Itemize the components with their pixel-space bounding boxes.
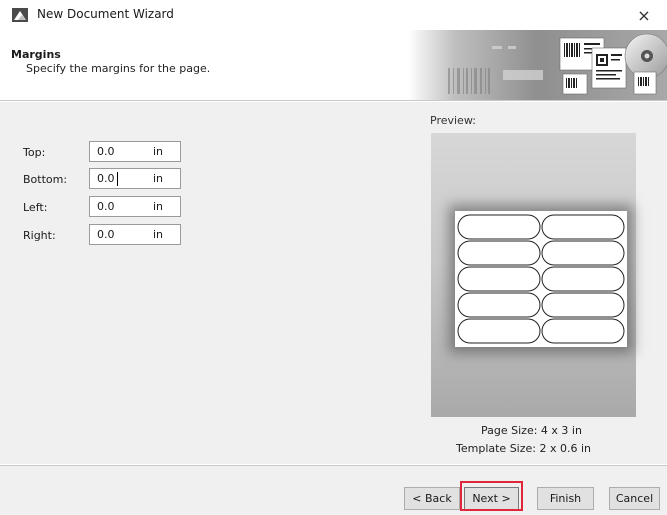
next-button-highlight <box>460 481 523 511</box>
label-cell <box>541 266 625 292</box>
preview-panel <box>431 133 636 417</box>
label-cell <box>541 214 625 240</box>
bottom-margin-value: 0.0 <box>97 172 115 185</box>
page-subtitle: Specify the margins for the page. <box>26 62 211 75</box>
left-margin-input[interactable]: 0.0 in <box>89 196 181 217</box>
window-title: New Document Wizard <box>37 7 174 21</box>
page-title: Margins <box>11 48 61 61</box>
label-cell <box>457 240 541 266</box>
wizard-header: Margins Specify the margins for the page… <box>0 30 667 101</box>
label-grid <box>457 214 625 344</box>
right-margin-label: Right: <box>23 229 56 242</box>
wizard-content: Top: 0.0 in Bottom: 0.0 in Left: 0.0 in … <box>0 102 667 464</box>
label-cell <box>457 318 541 344</box>
preview-label: Preview: <box>430 114 476 127</box>
right-margin-input[interactable]: 0.0 in <box>89 224 181 245</box>
title-bar: New Document Wizard × <box>0 0 667 30</box>
text-cursor <box>117 172 118 186</box>
right-margin-value: 0.0 <box>97 228 115 241</box>
label-cell <box>541 318 625 344</box>
close-button[interactable]: × <box>621 0 667 30</box>
label-cell <box>541 240 625 266</box>
finish-button[interactable]: Finish <box>537 487 594 510</box>
close-icon: × <box>637 5 651 25</box>
bottom-margin-label: Bottom: <box>23 173 68 186</box>
top-margin-label: Top: <box>23 146 46 159</box>
left-margin-unit: in <box>153 200 164 213</box>
cancel-button[interactable]: Cancel <box>609 487 660 510</box>
barcode-banner-graphic <box>408 30 667 100</box>
left-margin-label: Left: <box>23 201 48 214</box>
back-button[interactable]: < Back <box>404 487 460 510</box>
bottom-margin-input[interactable]: 0.0 in <box>89 168 181 189</box>
label-cell <box>457 214 541 240</box>
template-size-info: Template Size: 2 x 0.6 in <box>456 442 591 455</box>
label-cell <box>457 292 541 318</box>
page-size-info: Page Size: 4 x 3 in <box>481 424 582 437</box>
right-margin-unit: in <box>153 228 164 241</box>
top-margin-input[interactable]: 0.0 in <box>89 141 181 162</box>
top-margin-value: 0.0 <box>97 145 115 158</box>
label-cell <box>541 292 625 318</box>
preview-page <box>455 211 627 347</box>
app-logo-icon <box>12 8 28 22</box>
top-margin-unit: in <box>153 145 164 158</box>
left-margin-value: 0.0 <box>97 200 115 213</box>
bottom-margin-unit: in <box>153 172 164 185</box>
label-cell <box>457 266 541 292</box>
